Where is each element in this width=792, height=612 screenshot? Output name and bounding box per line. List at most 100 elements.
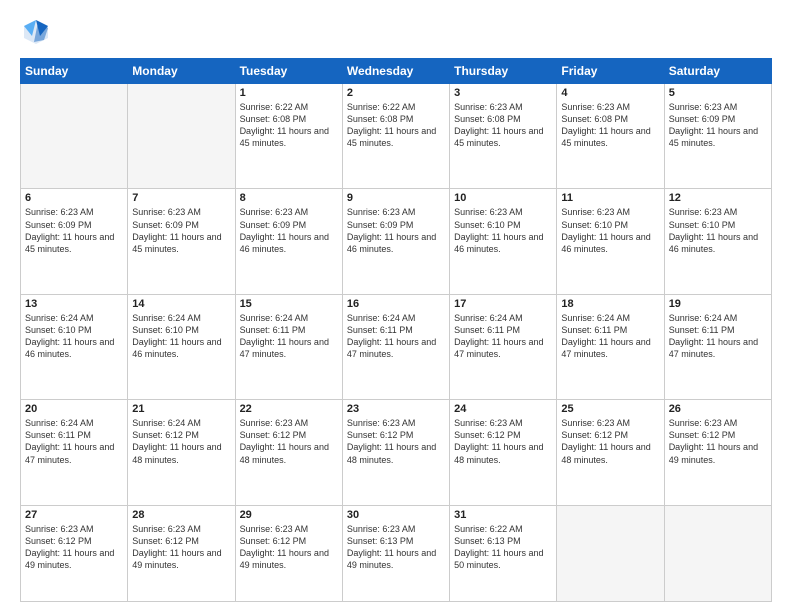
day-number: 17 [454,298,552,310]
day-info: Sunrise: 6:24 AM Sunset: 6:11 PM Dayligh… [347,312,445,361]
day-number: 4 [561,87,659,99]
day-number: 27 [25,509,123,521]
day-info: Sunrise: 6:24 AM Sunset: 6:11 PM Dayligh… [454,312,552,361]
day-info: Sunrise: 6:23 AM Sunset: 6:12 PM Dayligh… [561,417,659,466]
day-number: 20 [25,403,123,415]
calendar-cell: 13 Sunrise: 6:24 AM Sunset: 6:10 PM Dayli… [21,294,128,399]
day-number: 15 [240,298,338,310]
day-number: 25 [561,403,659,415]
day-info: Sunrise: 6:23 AM Sunset: 6:12 PM Dayligh… [347,417,445,466]
day-number: 5 [669,87,767,99]
calendar-cell: 17 Sunrise: 6:24 AM Sunset: 6:11 PM Dayli… [450,294,557,399]
day-info: Sunrise: 6:22 AM Sunset: 6:13 PM Dayligh… [454,523,552,572]
day-info: Sunrise: 6:23 AM Sunset: 6:09 PM Dayligh… [669,101,767,150]
calendar-week-3: 13 Sunrise: 6:24 AM Sunset: 6:10 PM Dayli… [21,294,772,399]
day-info: Sunrise: 6:23 AM Sunset: 6:12 PM Dayligh… [669,417,767,466]
calendar-cell [21,84,128,189]
day-number: 19 [669,298,767,310]
day-number: 9 [347,192,445,204]
day-info: Sunrise: 6:23 AM Sunset: 6:12 PM Dayligh… [25,523,123,572]
day-info: Sunrise: 6:24 AM Sunset: 6:11 PM Dayligh… [669,312,767,361]
day-number: 7 [132,192,230,204]
calendar-cell: 8 Sunrise: 6:23 AM Sunset: 6:09 PM Daylig… [235,189,342,294]
day-info: Sunrise: 6:23 AM Sunset: 6:09 PM Dayligh… [347,206,445,255]
calendar-cell: 31 Sunrise: 6:22 AM Sunset: 6:13 PM Dayli… [450,505,557,601]
day-info: Sunrise: 6:23 AM Sunset: 6:13 PM Dayligh… [347,523,445,572]
day-info: Sunrise: 6:24 AM Sunset: 6:11 PM Dayligh… [561,312,659,361]
calendar-cell: 18 Sunrise: 6:24 AM Sunset: 6:11 PM Dayli… [557,294,664,399]
day-number: 14 [132,298,230,310]
calendar-cell: 25 Sunrise: 6:23 AM Sunset: 6:12 PM Dayli… [557,400,664,505]
weekday-header-thursday: Thursday [450,59,557,84]
day-number: 2 [347,87,445,99]
calendar-cell [128,84,235,189]
day-info: Sunrise: 6:23 AM Sunset: 6:10 PM Dayligh… [561,206,659,255]
calendar-cell [557,505,664,601]
day-number: 26 [669,403,767,415]
calendar-cell: 9 Sunrise: 6:23 AM Sunset: 6:09 PM Daylig… [342,189,449,294]
weekday-header-monday: Monday [128,59,235,84]
day-info: Sunrise: 6:23 AM Sunset: 6:08 PM Dayligh… [454,101,552,150]
calendar-table: SundayMondayTuesdayWednesdayThursdayFrid… [20,58,772,602]
day-number: 23 [347,403,445,415]
day-number: 18 [561,298,659,310]
calendar-cell: 20 Sunrise: 6:24 AM Sunset: 6:11 PM Dayli… [21,400,128,505]
day-number: 16 [347,298,445,310]
weekday-header-saturday: Saturday [664,59,771,84]
day-info: Sunrise: 6:23 AM Sunset: 6:10 PM Dayligh… [454,206,552,255]
page: SundayMondayTuesdayWednesdayThursdayFrid… [0,0,792,612]
day-number: 31 [454,509,552,521]
calendar-cell: 11 Sunrise: 6:23 AM Sunset: 6:10 PM Dayli… [557,189,664,294]
logo [20,16,56,48]
day-info: Sunrise: 6:23 AM Sunset: 6:12 PM Dayligh… [240,417,338,466]
day-info: Sunrise: 6:23 AM Sunset: 6:12 PM Dayligh… [454,417,552,466]
day-info: Sunrise: 6:22 AM Sunset: 6:08 PM Dayligh… [240,101,338,150]
day-info: Sunrise: 6:24 AM Sunset: 6:11 PM Dayligh… [240,312,338,361]
calendar-cell: 15 Sunrise: 6:24 AM Sunset: 6:11 PM Dayli… [235,294,342,399]
weekday-header-wednesday: Wednesday [342,59,449,84]
calendar-cell: 30 Sunrise: 6:23 AM Sunset: 6:13 PM Dayli… [342,505,449,601]
calendar-cell: 10 Sunrise: 6:23 AM Sunset: 6:10 PM Dayli… [450,189,557,294]
calendar-cell: 12 Sunrise: 6:23 AM Sunset: 6:10 PM Dayli… [664,189,771,294]
calendar-cell: 22Sunrise: 6:23 AM Sunset: 6:12 PM Dayli… [235,400,342,505]
weekday-header-tuesday: Tuesday [235,59,342,84]
day-number: 11 [561,192,659,204]
calendar-week-2: 6 Sunrise: 6:23 AM Sunset: 6:09 PM Daylig… [21,189,772,294]
day-number: 12 [669,192,767,204]
day-number: 30 [347,509,445,521]
day-info: Sunrise: 6:24 AM Sunset: 6:11 PM Dayligh… [25,417,123,466]
day-number: 24 [454,403,552,415]
calendar-week-5: 27 Sunrise: 6:23 AM Sunset: 6:12 PM Dayli… [21,505,772,601]
day-number: 29 [240,509,338,521]
calendar-cell: 28Sunrise: 6:23 AM Sunset: 6:12 PM Dayli… [128,505,235,601]
day-number: 6 [25,192,123,204]
day-number: 8 [240,192,338,204]
calendar-cell: 23 Sunrise: 6:23 AM Sunset: 6:12 PM Dayli… [342,400,449,505]
calendar-cell: 24 Sunrise: 6:23 AM Sunset: 6:12 PM Dayli… [450,400,557,505]
day-number: 28 [132,509,230,521]
day-info: Sunrise: 6:24 AM Sunset: 6:10 PM Dayligh… [132,312,230,361]
calendar-cell: 4Sunrise: 6:23 AM Sunset: 6:08 PM Daylig… [557,84,664,189]
calendar-cell: 26 Sunrise: 6:23 AM Sunset: 6:12 PM Dayli… [664,400,771,505]
calendar-cell: 1Sunrise: 6:22 AM Sunset: 6:08 PM Daylig… [235,84,342,189]
calendar-cell: 19 Sunrise: 6:24 AM Sunset: 6:11 PM Dayli… [664,294,771,399]
day-number: 21 [132,403,230,415]
day-number: 13 [25,298,123,310]
day-info: Sunrise: 6:23 AM Sunset: 6:09 PM Dayligh… [25,206,123,255]
calendar-cell: 2 Sunrise: 6:22 AM Sunset: 6:08 PM Daylig… [342,84,449,189]
day-number: 10 [454,192,552,204]
day-info: Sunrise: 6:24 AM Sunset: 6:12 PM Dayligh… [132,417,230,466]
day-info: Sunrise: 6:23 AM Sunset: 6:10 PM Dayligh… [669,206,767,255]
day-info: Sunrise: 6:24 AM Sunset: 6:10 PM Dayligh… [25,312,123,361]
day-info: Sunrise: 6:23 AM Sunset: 6:09 PM Dayligh… [132,206,230,255]
day-info: Sunrise: 6:23 AM Sunset: 6:12 PM Dayligh… [240,523,338,572]
day-info: Sunrise: 6:23 AM Sunset: 6:09 PM Dayligh… [240,206,338,255]
day-number: 3 [454,87,552,99]
logo-icon [20,16,52,48]
calendar-cell [664,505,771,601]
day-info: Sunrise: 6:22 AM Sunset: 6:08 PM Dayligh… [347,101,445,150]
calendar-cell: 7 Sunrise: 6:23 AM Sunset: 6:09 PM Daylig… [128,189,235,294]
calendar-week-4: 20 Sunrise: 6:24 AM Sunset: 6:11 PM Dayli… [21,400,772,505]
calendar-cell: 5 Sunrise: 6:23 AM Sunset: 6:09 PM Daylig… [664,84,771,189]
calendar-cell: 21 Sunrise: 6:24 AM Sunset: 6:12 PM Dayli… [128,400,235,505]
